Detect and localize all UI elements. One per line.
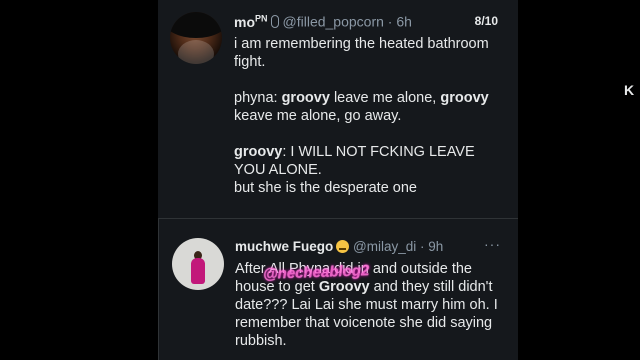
tweet-line: but she is the desperate one [234, 180, 417, 196]
separator-dot: · [420, 239, 425, 254]
quoted-author-name[interactable]: muchwe Fuego [235, 239, 333, 254]
tweet-line: keave me alone, go away. [234, 108, 402, 124]
tweet-body: i am remembering the heated bathroom fig… [234, 35, 509, 197]
quoted-author-avatar[interactable] [172, 238, 224, 290]
more-options-icon[interactable]: ··· [484, 236, 501, 252]
author-name[interactable]: moPN [234, 13, 268, 30]
tweet-line: groovy: I WILL NOT FCKING LEAVE [234, 144, 475, 160]
tweet-line: phyna: groovy leave me alone, groovy [234, 90, 489, 106]
separator-dot: · [387, 13, 393, 30]
tweet-time[interactable]: 6h [396, 14, 412, 30]
thread-counter: 8/10 [474, 14, 498, 28]
avatar-figure-dress [191, 258, 205, 284]
tweet-line: i am remembering the heated bathroom [234, 36, 489, 52]
author-avatar[interactable] [170, 12, 222, 64]
avatar-hair [170, 12, 222, 38]
tweet-line: fight. [234, 54, 266, 70]
neutral-face-emoji-icon [336, 240, 350, 253]
tweet[interactable]: moPN @filled_popcorn · 6h 8/10 i am remem… [158, 0, 518, 216]
quoted-tweet[interactable]: muchwe Fuego @milay_di · 9h ··· After Al… [158, 218, 518, 360]
tweet-line: YOU ALONE. [234, 162, 322, 178]
quoted-tweet-header: muchwe Fuego @milay_di · 9h [235, 239, 443, 254]
name-superscript: PN [255, 13, 268, 23]
tweet-panel: moPN @filled_popcorn · 6h 8/10 i am remem… [158, 0, 518, 360]
cropped-edge-text: K [624, 82, 635, 98]
quoted-tweet-body: After All Phyna did in and outside the h… [235, 261, 498, 349]
author-handle[interactable]: @filled_popcorn [283, 14, 384, 30]
avatar-face-highlight [178, 40, 214, 64]
quoted-tweet-time[interactable]: 9h [428, 239, 443, 254]
microphone-icon [270, 14, 279, 28]
quoted-author-handle[interactable]: @milay_di [353, 239, 416, 254]
tweet-header: moPN @filled_popcorn · 6h [234, 13, 412, 30]
